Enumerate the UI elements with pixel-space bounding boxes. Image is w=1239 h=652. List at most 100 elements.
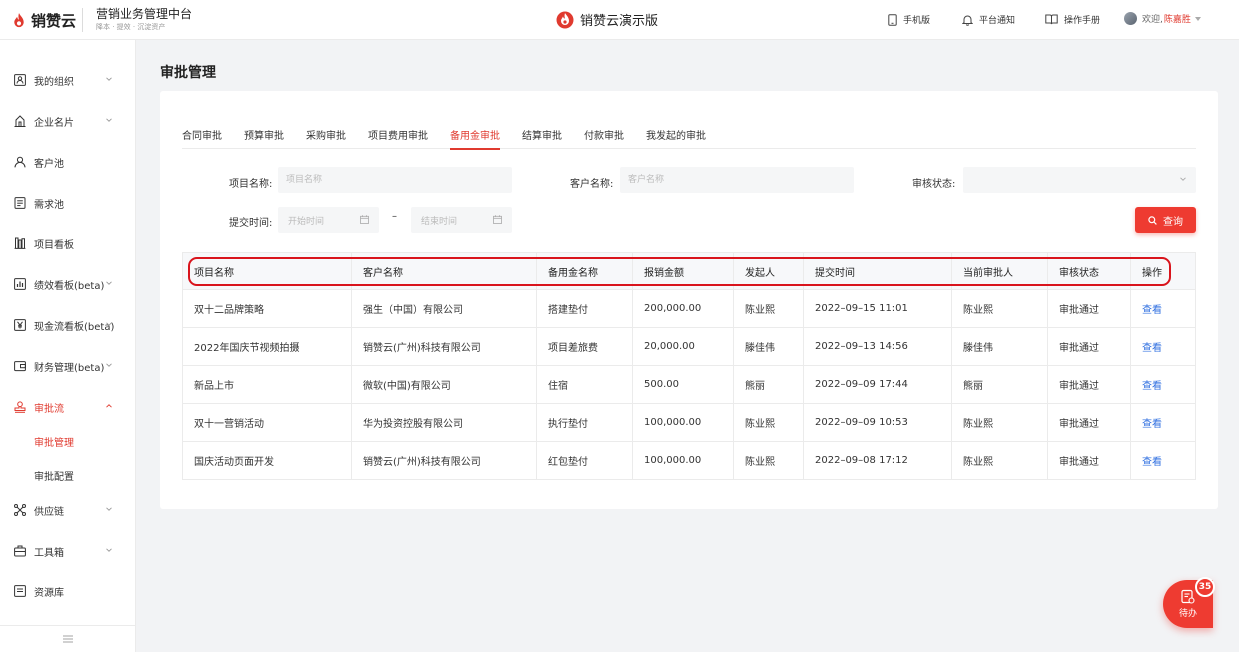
customer-name-label: 客户名称: — [570, 179, 614, 190]
tab-purchase-approval[interactable]: 采购审批 — [306, 127, 346, 149]
sidebar-item-label: 我的组织 — [34, 76, 74, 88]
sidebar-item-label: 企业名片 — [34, 117, 74, 129]
cell-status: 审批通过 — [1047, 366, 1130, 403]
platform-subtitle: 降本 · 提效 · 沉淀资产 — [96, 23, 166, 31]
cell-current-approver: 陈业熙 — [951, 404, 1047, 441]
sidebar-item-business-card[interactable]: 企业名片 — [0, 111, 136, 131]
sidebar-item-approval-flow[interactable]: 审批流 — [0, 397, 136, 417]
tab-budget-approval[interactable]: 预算审批 — [244, 127, 284, 149]
sidebar-item-label: 审批流 — [34, 403, 64, 415]
tab-my-initiated-approval[interactable]: 我发起的审批 — [646, 127, 706, 149]
status-select[interactable] — [963, 167, 1196, 193]
book-icon — [1045, 14, 1058, 25]
cell-petty-cash-name: 搭建垫付 — [536, 290, 632, 327]
sidebar-item-resource-library[interactable]: 资源库 — [0, 581, 136, 601]
sidebar-item-customer-pool[interactable]: 客户池 — [0, 152, 136, 172]
column-header: 发起人 — [733, 253, 803, 289]
cell-submit-time: 2022–09–09 10:53 — [803, 404, 951, 441]
brand-name: 销赞云 — [31, 12, 77, 30]
sidebar-item-label: 现金流看板(beta) — [34, 321, 115, 333]
chevron-down-icon — [106, 322, 112, 326]
tab-project-expense-approval[interactable]: 项目费用审批 — [368, 127, 428, 149]
header-link-mobile[interactable]: 手机版 — [888, 13, 930, 26]
project-name-input[interactable] — [278, 167, 512, 193]
chevron-down-icon — [106, 548, 112, 552]
cell-project-name: 2022年国庆节视频拍摄 — [194, 343, 300, 354]
tab-petty-cash-approval[interactable]: 备用金审批 — [450, 127, 500, 150]
sidebar-item-finance[interactable]: 财务管理(beta) — [0, 356, 136, 376]
bell-icon — [962, 15, 973, 26]
start-date-picker[interactable]: 开始时间 — [278, 207, 379, 233]
cell-customer-name: 销赞云(广州)科技有限公司 — [351, 442, 536, 479]
end-date-picker[interactable]: 结束时间 — [411, 207, 512, 233]
header-link-manual[interactable]: 操作手册 — [1045, 13, 1100, 26]
mobile-icon — [888, 13, 897, 26]
cell-petty-cash-name: 项目差旅费 — [536, 328, 632, 365]
cell-initiator: 滕佳伟 — [733, 328, 803, 365]
cell-customer-name: 强生（中国）有限公司 — [351, 290, 536, 327]
cell-status: 审批通过 — [1047, 442, 1130, 479]
sidebar-item-project-board[interactable]: 项目看板 — [0, 233, 136, 253]
view-link[interactable]: 查看 — [1142, 339, 1162, 354]
table-row: 新品上市 微软(中国)有限公司 住宿 500.00 熊丽 2022–09–09 … — [183, 366, 1195, 404]
sidebar-item-toolbox[interactable]: 工具箱 — [0, 541, 136, 561]
chevron-down-icon — [106, 507, 112, 511]
header-link-label: 操作手册 — [1064, 16, 1101, 26]
user-greeting: 欢迎, — [1142, 15, 1163, 25]
column-header: 审核状态 — [1047, 253, 1130, 289]
cell-project-name: 双十一营销活动 — [194, 419, 264, 430]
cell-submit-time: 2022–09–15 11:01 — [803, 290, 951, 327]
user-menu[interactable]: 欢迎, 陈嘉胜 — [1124, 12, 1201, 25]
end-date-placeholder: 结束时间 — [421, 216, 458, 227]
user-name: 陈嘉胜 — [1163, 15, 1191, 25]
cell-petty-cash-name: 住宿 — [536, 366, 632, 403]
view-link[interactable]: 查看 — [1142, 415, 1162, 430]
query-button[interactable]: 查询 — [1135, 207, 1196, 233]
header-link-notifications[interactable]: 平台通知 — [962, 13, 1015, 26]
view-link[interactable]: 查看 — [1142, 453, 1162, 468]
todo-float-button[interactable]: 待办 35 — [1163, 577, 1215, 628]
sidebar-item-my-org[interactable]: 我的组织 — [0, 70, 136, 90]
calendar-icon — [360, 215, 369, 224]
sidebar-item-label: 工具箱 — [34, 547, 64, 559]
cell-submit-time: 2022–09–09 17:44 — [803, 366, 951, 403]
chevron-down-icon — [106, 281, 112, 285]
sidebar-collapse-toggle[interactable] — [0, 625, 136, 652]
header-divider — [82, 8, 83, 32]
view-link[interactable]: 查看 — [1142, 377, 1162, 392]
chevron-down-icon — [106, 77, 112, 81]
tab-settlement-approval[interactable]: 结算审批 — [522, 127, 562, 149]
table-row: 双十一营销活动 华为投资控股有限公司 执行垫付 100,000.00 陈业熙 2… — [183, 404, 1195, 442]
tab-contract-approval[interactable]: 合同审批 — [182, 127, 222, 149]
column-header: 项目名称 — [194, 267, 234, 279]
flame-logo-icon — [556, 11, 574, 29]
sidebar-item-cashflow-board[interactable]: 现金流看板(beta) — [0, 315, 136, 335]
sidebar-item-supply-chain[interactable]: 供应链 — [0, 500, 136, 520]
demo-version-label: 销赞云演示版 — [556, 10, 658, 29]
chart-icon — [14, 278, 26, 290]
cell-petty-cash-name: 执行垫付 — [536, 404, 632, 441]
cell-amount: 20,000.00 — [632, 328, 733, 365]
chevron-down-icon — [1194, 16, 1201, 21]
view-link[interactable]: 查看 — [1142, 301, 1162, 316]
sidebar-item-performance-board[interactable]: 绩效看板(beta) — [0, 274, 136, 294]
column-header: 客户名称 — [351, 253, 536, 289]
tab-payment-approval[interactable]: 付款审批 — [584, 127, 624, 149]
column-header: 报销金额 — [632, 253, 733, 289]
cell-project-name: 国庆活动页面开发 — [194, 457, 274, 468]
todo-count-badge: 35 — [1195, 577, 1215, 597]
cell-current-approver: 滕佳伟 — [951, 328, 1047, 365]
query-button-label: 查询 — [1163, 216, 1183, 228]
customer-name-input[interactable] — [620, 167, 854, 193]
sidebar-item-label: 财务管理(beta) — [34, 362, 105, 374]
cell-amount: 200,000.00 — [632, 290, 733, 327]
building-icon — [14, 115, 26, 127]
clipboard-icon — [1181, 589, 1195, 604]
column-header: 操作 — [1130, 253, 1195, 289]
sidebar-item-demand-pool[interactable]: 需求池 — [0, 193, 136, 213]
sidebar-item-label: 客户池 — [34, 158, 64, 170]
cell-action: 查看 — [1130, 442, 1195, 479]
sidebar-subitem-approval-config[interactable]: 审批配置 — [0, 466, 136, 484]
brand-logo[interactable]: 销赞云 — [12, 10, 76, 31]
sidebar-subitem-approval-management[interactable]: 审批管理 — [0, 432, 136, 450]
